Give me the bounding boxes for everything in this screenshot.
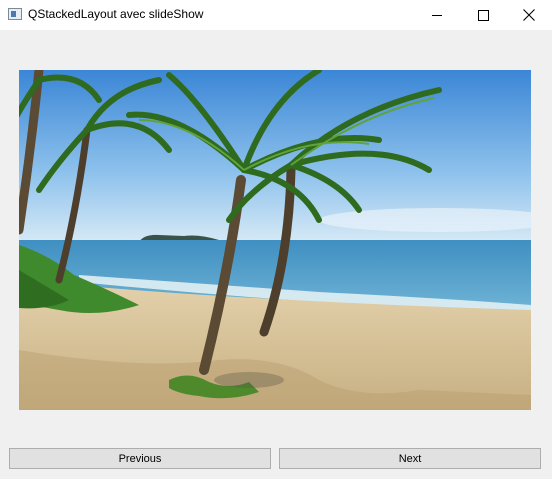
- maximize-button[interactable]: [460, 0, 506, 30]
- close-button[interactable]: [506, 0, 552, 30]
- window-title: QStackedLayout avec slideShow: [28, 7, 204, 21]
- beach-scene: [19, 70, 531, 410]
- minimize-button[interactable]: [414, 0, 460, 30]
- app-icon: [8, 8, 22, 20]
- previous-button[interactable]: Previous: [9, 448, 271, 469]
- minimize-icon: [431, 14, 442, 16]
- slide-image: [19, 70, 531, 410]
- title-bar[interactable]: QStackedLayout avec slideShow: [0, 0, 552, 30]
- maximize-icon: [477, 9, 489, 21]
- next-button[interactable]: Next: [279, 448, 541, 469]
- close-icon: [523, 9, 535, 21]
